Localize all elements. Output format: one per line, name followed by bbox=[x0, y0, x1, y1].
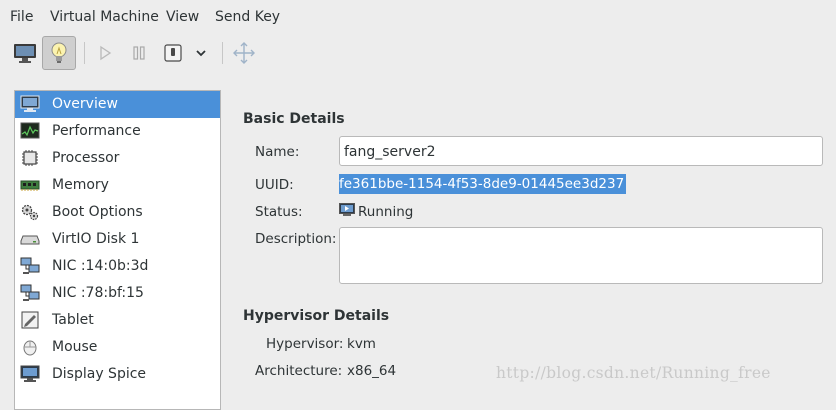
fullscreen-button[interactable] bbox=[227, 36, 261, 70]
network-icon bbox=[20, 284, 40, 301]
processor-chip-icon bbox=[22, 150, 38, 166]
pause-icon bbox=[133, 46, 145, 60]
sidebar-item-overview[interactable]: Overview bbox=[15, 91, 220, 118]
name-label: Name: bbox=[255, 144, 300, 160]
toolbar-separator bbox=[222, 42, 223, 64]
description-label: Description: bbox=[255, 231, 337, 247]
sidebar-item-performance[interactable]: Performance bbox=[15, 118, 220, 145]
sidebar-item-label: Boot Options bbox=[52, 204, 143, 220]
details-lightbulb-icon bbox=[51, 42, 67, 63]
architecture-value: x86_64 bbox=[347, 363, 397, 379]
boot-gears-icon bbox=[21, 204, 39, 221]
hypervisor-value: kvm bbox=[347, 336, 376, 352]
hardware-list: Overview Performance Processor Memory Bo… bbox=[14, 90, 221, 410]
status-value: Running bbox=[358, 204, 414, 220]
overview-monitor-icon bbox=[20, 95, 40, 112]
tablet-icon bbox=[21, 311, 39, 329]
sidebar-item-nic-1[interactable]: NIC :14:0b:3d bbox=[15, 253, 220, 280]
running-status-icon bbox=[339, 203, 355, 216]
sidebar-item-label: Overview bbox=[52, 96, 118, 112]
shutdown-button[interactable] bbox=[156, 36, 190, 70]
pause-button[interactable] bbox=[122, 36, 156, 70]
uuid-value[interactable]: fe361bbe-1154-4f53-8de9-01445ee3d237 bbox=[339, 174, 627, 194]
toolbar-separator bbox=[84, 42, 85, 64]
basic-details-title: Basic Details bbox=[243, 111, 345, 127]
sidebar-item-label: Display Spice bbox=[52, 366, 147, 382]
sidebar-item-label: NIC :14:0b:3d bbox=[52, 258, 149, 274]
chevron-down-icon bbox=[196, 50, 206, 57]
status-label: Status: bbox=[255, 204, 303, 220]
console-icon bbox=[14, 44, 36, 63]
network-icon bbox=[20, 257, 40, 274]
hypervisor-label: Hypervisor: bbox=[266, 336, 344, 352]
name-field[interactable]: fang_server2 bbox=[339, 136, 823, 166]
fullscreen-icon bbox=[233, 42, 255, 64]
console-button[interactable] bbox=[8, 36, 42, 70]
sidebar-item-label: Performance bbox=[52, 123, 141, 139]
run-icon bbox=[100, 45, 112, 61]
sidebar-item-boot-options[interactable]: Boot Options bbox=[15, 199, 220, 226]
name-value: fang_server2 bbox=[344, 144, 436, 160]
details-button[interactable] bbox=[42, 36, 76, 70]
sidebar-item-label: Processor bbox=[52, 150, 120, 166]
menu-bar: File Virtual Machine View Send Key bbox=[0, 0, 836, 34]
architecture-label: Architecture: bbox=[255, 363, 343, 379]
performance-graph-icon bbox=[20, 122, 40, 139]
memory-module-icon bbox=[20, 180, 40, 191]
sidebar-item-label: VirtIO Disk 1 bbox=[52, 231, 140, 247]
shutdown-menu-button[interactable] bbox=[186, 36, 216, 70]
menu-view[interactable]: View bbox=[166, 9, 199, 25]
sidebar-item-display-spice[interactable]: Display Spice bbox=[15, 361, 220, 388]
sidebar-item-label: NIC :78:bf:15 bbox=[52, 285, 144, 301]
sidebar-item-label: Memory bbox=[52, 177, 109, 193]
sidebar-item-label: Tablet bbox=[52, 312, 94, 328]
sidebar-item-nic-2[interactable]: NIC :78:bf:15 bbox=[15, 280, 220, 307]
sidebar-item-processor[interactable]: Processor bbox=[15, 145, 220, 172]
menu-file[interactable]: File bbox=[10, 9, 33, 25]
sidebar-item-mouse[interactable]: Mouse bbox=[15, 334, 220, 361]
sidebar-item-label: Mouse bbox=[52, 339, 98, 355]
mouse-icon bbox=[23, 340, 37, 356]
hypervisor-details-title: Hypervisor Details bbox=[243, 308, 390, 324]
disk-icon bbox=[20, 235, 40, 245]
sidebar-item-virtio-disk[interactable]: VirtIO Disk 1 bbox=[15, 226, 220, 253]
menu-virtual-machine[interactable]: Virtual Machine bbox=[50, 9, 159, 25]
sidebar-item-tablet[interactable]: Tablet bbox=[15, 307, 220, 334]
menu-send-key[interactable]: Send Key bbox=[215, 9, 280, 25]
display-icon bbox=[20, 365, 40, 382]
sidebar-item-memory[interactable]: Memory bbox=[15, 172, 220, 199]
toolbar bbox=[0, 36, 836, 72]
watermark: http://blog.csdn.net/Running_free bbox=[496, 364, 771, 382]
description-field[interactable] bbox=[339, 227, 823, 284]
uuid-label: UUID: bbox=[255, 177, 294, 193]
shutdown-icon bbox=[164, 44, 182, 62]
run-button[interactable] bbox=[88, 36, 122, 70]
